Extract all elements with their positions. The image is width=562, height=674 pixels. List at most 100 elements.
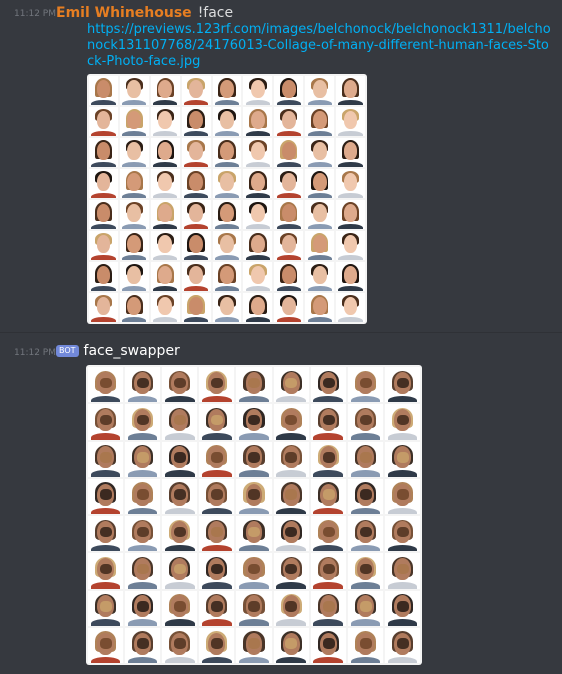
face-thumbnail — [336, 138, 365, 167]
face-thumbnail — [273, 367, 309, 403]
face-thumbnail — [212, 76, 242, 105]
face-thumbnail — [305, 262, 335, 291]
face-thumbnail — [273, 627, 309, 663]
face-thumbnail — [88, 367, 124, 403]
face-thumbnail — [236, 590, 272, 626]
face-thumbnail — [236, 627, 272, 663]
face-thumbnail — [305, 231, 335, 260]
face-thumbnail — [305, 107, 335, 136]
face-thumbnail — [89, 169, 118, 198]
face-thumbnail — [89, 293, 118, 322]
face-thumbnail — [119, 293, 149, 322]
face-thumbnail — [274, 262, 304, 291]
face-thumbnail — [88, 590, 124, 626]
message-bot: 11:12 PM BOT face_swapper — [0, 333, 562, 674]
face-thumbnail — [88, 627, 124, 663]
face-thumbnail — [336, 200, 365, 229]
face-thumbnail — [162, 553, 198, 589]
face-thumbnail — [199, 441, 235, 477]
face-thumbnail — [243, 262, 273, 291]
face-thumbnail — [162, 516, 198, 552]
face-thumbnail — [384, 627, 420, 663]
face-thumbnail — [310, 404, 346, 440]
face-thumbnail — [336, 169, 365, 198]
face-thumbnail — [384, 441, 420, 477]
message-timestamp: 11:12 PM — [14, 348, 56, 358]
face-thumbnail — [125, 590, 161, 626]
face-thumbnail — [274, 231, 304, 260]
face-thumbnail — [310, 367, 346, 403]
face-thumbnail — [347, 478, 383, 514]
face-thumbnail — [125, 627, 161, 663]
face-thumbnail — [274, 293, 304, 322]
face-thumbnail — [274, 76, 304, 105]
face-thumbnail — [310, 516, 346, 552]
face-thumbnail — [119, 200, 149, 229]
chat-window: 11:12 PM Emil Whinehouse !face https://pr… — [0, 0, 562, 674]
face-thumbnail — [336, 293, 365, 322]
face-thumbnail — [88, 553, 124, 589]
face-thumbnail — [273, 478, 309, 514]
face-thumbnail — [273, 404, 309, 440]
face-thumbnail — [181, 262, 211, 291]
face-thumbnail — [212, 262, 242, 291]
face-thumbnail — [119, 76, 149, 105]
face-thumbnail — [150, 169, 180, 198]
face-thumbnail — [125, 404, 161, 440]
message-emil: 11:12 PM Emil Whinehouse !face https://pr… — [0, 0, 562, 332]
author-name[interactable]: Emil Whinehouse — [56, 5, 192, 21]
face-thumbnail — [310, 441, 346, 477]
face-thumbnail — [181, 231, 211, 260]
face-thumbnail — [384, 404, 420, 440]
face-thumbnail — [199, 590, 235, 626]
face-thumbnail — [336, 262, 365, 291]
face-thumbnail — [212, 107, 242, 136]
face-thumbnail — [236, 553, 272, 589]
face-thumbnail — [212, 138, 242, 167]
face-thumbnail — [274, 200, 304, 229]
face-thumbnail — [89, 76, 118, 105]
face-thumbnail — [150, 107, 180, 136]
face-thumbnail — [150, 76, 180, 105]
face-thumbnail — [119, 262, 149, 291]
face-thumbnail — [384, 478, 420, 514]
face-swapped-collage-image[interactable] — [86, 365, 422, 665]
face-thumbnail — [236, 404, 272, 440]
face-thumbnail — [305, 200, 335, 229]
face-thumbnail — [305, 169, 335, 198]
face-thumbnail — [384, 367, 420, 403]
message-timestamp: 11:12 PM — [14, 9, 56, 19]
face-thumbnail — [88, 516, 124, 552]
image-link[interactable]: https://previews.123rf.com/images/belcho… — [87, 22, 552, 70]
face-thumbnail — [310, 478, 346, 514]
face-thumbnail — [199, 367, 235, 403]
face-thumbnail — [336, 76, 365, 105]
bot-author-name[interactable]: face_swapper — [84, 343, 180, 359]
face-thumbnail — [119, 231, 149, 260]
face-thumbnail — [236, 367, 272, 403]
face-thumbnail — [212, 231, 242, 260]
face-collage-image[interactable] — [87, 74, 367, 324]
face-thumbnail — [125, 367, 161, 403]
face-thumbnail — [305, 293, 335, 322]
face-thumbnail — [310, 553, 346, 589]
message-header: BOT face_swapper — [56, 343, 180, 359]
face-thumbnail — [125, 478, 161, 514]
face-thumbnail — [236, 478, 272, 514]
face-thumbnail — [162, 478, 198, 514]
face-thumbnail — [199, 478, 235, 514]
face-thumbnail — [336, 231, 365, 260]
face-thumbnail — [125, 441, 161, 477]
face-thumbnail — [273, 441, 309, 477]
face-thumbnail — [88, 478, 124, 514]
face-grid — [87, 74, 367, 324]
face-thumbnail — [236, 516, 272, 552]
face-thumbnail — [243, 76, 273, 105]
face-thumbnail — [125, 553, 161, 589]
face-thumbnail — [336, 107, 365, 136]
face-thumbnail — [181, 293, 211, 322]
face-thumbnail — [181, 138, 211, 167]
face-thumbnail — [274, 138, 304, 167]
face-thumbnail — [243, 200, 273, 229]
face-thumbnail — [347, 590, 383, 626]
